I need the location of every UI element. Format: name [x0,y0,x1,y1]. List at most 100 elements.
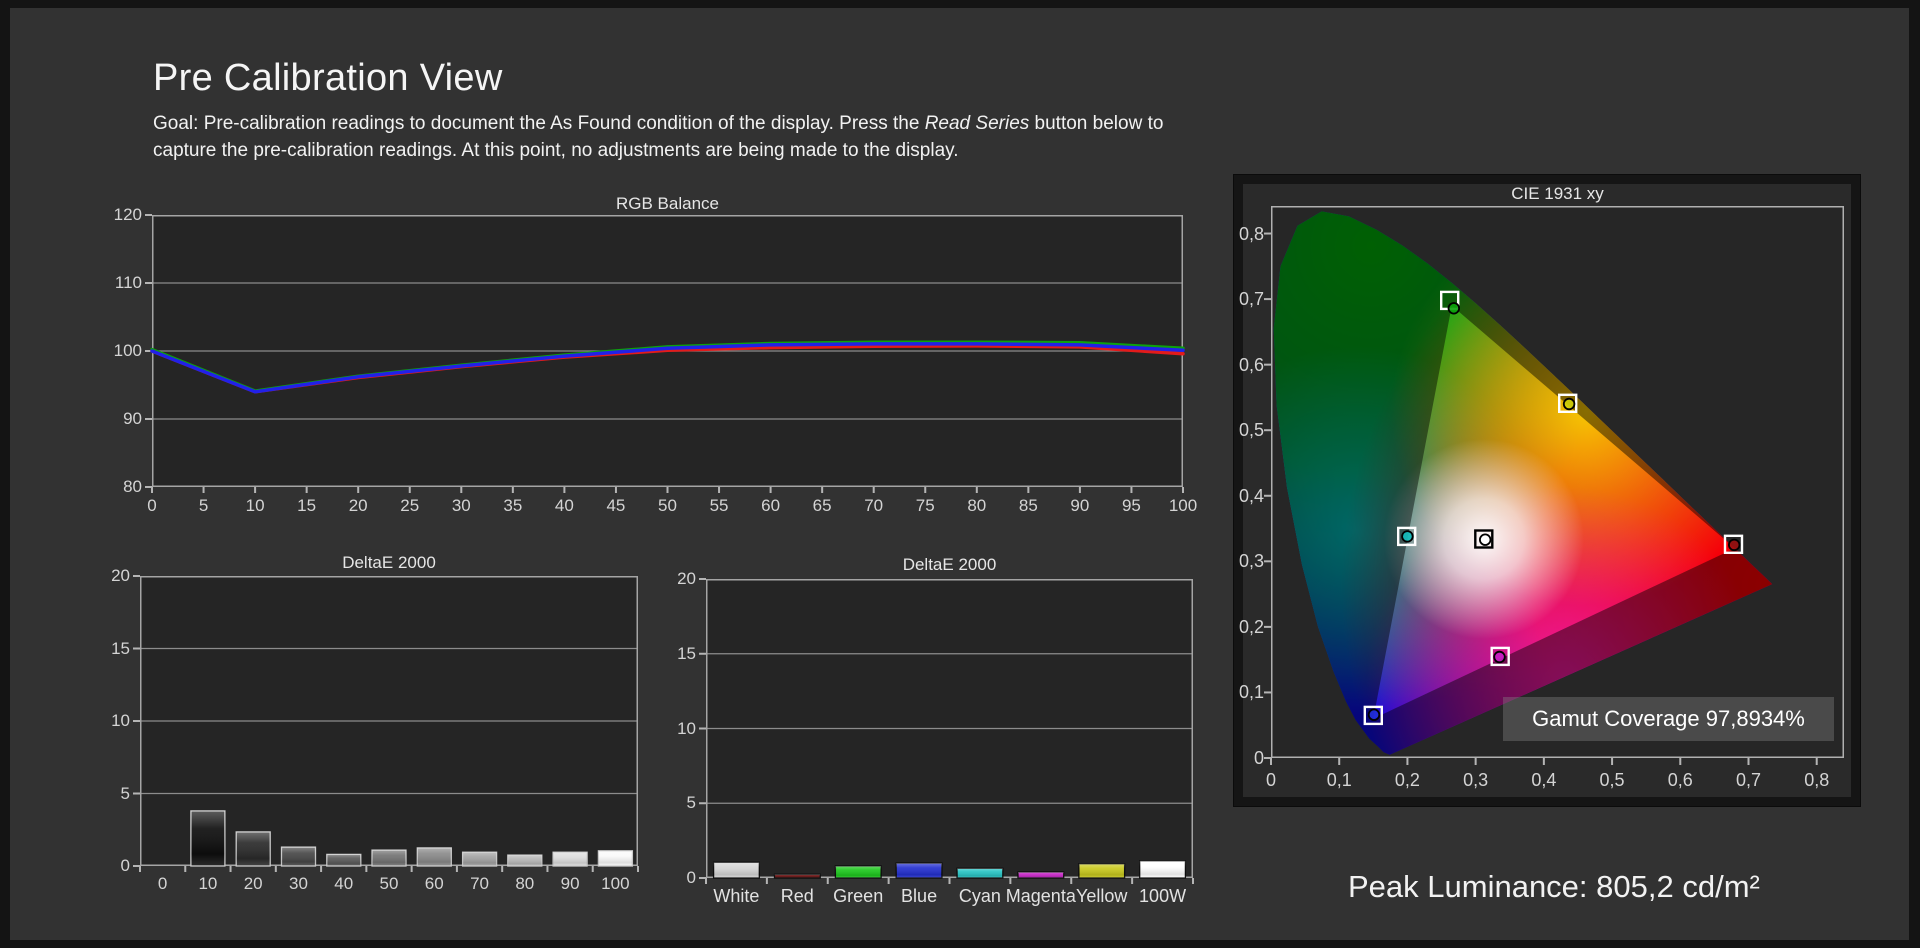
bar-gloss [282,847,316,866]
deltae-y-axis-label: 10 [646,719,696,739]
cie-x-axis-label: 0,8 [1792,770,1842,791]
bar-gloss [508,855,542,866]
cie-x-axis-label: 0,2 [1382,770,1432,791]
deltae-y-axis-label: 0 [646,868,696,888]
rgb-x-axis-label: 0 [132,496,172,516]
cie-x-axis-label: 0,6 [1655,770,1705,791]
cie-x-axis-label: 0,5 [1587,770,1637,791]
cie-x-axis-label: 0,1 [1314,770,1364,791]
goal-line2: capture the pre-calibration readings. At… [153,140,959,161]
rgb-x-axis-label: 85 [1008,496,1048,516]
deltae-colors-title: DeltaE 2000 [706,555,1193,575]
bar-gloss [957,868,1003,878]
bar-gloss [896,863,942,878]
rgb-x-axis-label: 75 [905,496,945,516]
cie-1931-panel: CIE 1931 xy Gamut Coverage 97,8934% 0 0,1… [1234,175,1860,806]
cie-y-axis-label: 0,1 [1234,682,1264,703]
bar-gloss [714,862,760,878]
goal-line1-pre: Goal: Pre-calibration readings to docume… [153,113,925,134]
deltae-y-axis-label: 10 [80,711,130,731]
rgb-x-axis-label: 70 [854,496,894,516]
rgb-x-axis-label: 95 [1111,496,1151,516]
rgb-balance-chart: RGB Balance 80 90 100 110 120 05 10 15 20 25 30 35 4… [92,188,1252,528]
cie-x-axis-label: 0,3 [1451,770,1501,791]
cie-x-axis-label: 0,7 [1724,770,1774,791]
rgb-x-axis-label: 10 [235,496,275,516]
rgb-x-axis-label: 65 [802,496,842,516]
gamut-coverage-badge: Gamut Coverage 97,8934% [1503,697,1834,741]
bar-gloss [191,811,225,866]
cie-measured-green [1449,303,1460,314]
rgb-x-axis-label: 25 [390,496,430,516]
bar-gloss [327,854,361,866]
cie-y-axis-label: 0,2 [1234,617,1264,638]
cie-y-axis-label: 0,5 [1234,420,1264,441]
cie-measured-magenta [1494,652,1505,663]
bar-gloss [553,852,587,866]
deltae-x-axis-label: 100 [578,874,652,894]
bar-gloss [236,832,270,866]
rgb-x-axis-label: 90 [1060,496,1100,516]
cie-y-axis-label: 0,8 [1234,224,1264,245]
rgb-y-axis-label: 100 [92,341,142,361]
deltae-y-axis-label: 5 [646,793,696,813]
rgb-x-axis-label: 45 [596,496,636,516]
rgb-y-axis-label: 90 [92,409,142,429]
deltae-y-axis-label: 15 [80,639,130,659]
rgb-balance-plot [152,215,1183,487]
bar-gloss [463,852,497,866]
deltae-y-axis-label: 20 [80,566,130,586]
bar-gloss [1079,864,1125,878]
goal-text: Goal: Pre-calibration readings to docume… [153,110,1163,164]
rgb-y-axis-label: 120 [92,205,142,225]
rgb-x-axis-label: 40 [544,496,584,516]
rgb-x-axis-label: 15 [287,496,327,516]
rgb-x-axis-label: 35 [493,496,533,516]
rgb-x-axis-label: 55 [699,496,739,516]
deltae-colors-chart: DeltaE 2000 05101520WhiteRedGreenBlueCya… [646,548,1274,930]
rgb-balance-title: RGB Balance [152,194,1183,214]
cie-x-axis-label: 0 [1246,770,1296,791]
deltae-y-axis-label: 0 [80,856,130,876]
deltae-colors-plot [706,579,1193,878]
cie-y-axis-label: 0,6 [1234,355,1264,376]
rgb-x-axis-label: 80 [957,496,997,516]
rgb-x-axis-label: 5 [184,496,224,516]
cie-y-axis-label: 0,4 [1234,486,1264,507]
bar-gloss [1018,872,1064,878]
bar-gloss [598,851,632,866]
rgb-y-axis-label: 80 [92,477,142,497]
bar-gloss [417,848,451,866]
deltae-grayscale-chart: DeltaE 2000 0510152001020304050607080901… [80,548,692,920]
bar-gloss [372,850,406,866]
bar-gloss [835,866,881,878]
goal-read-series-emphasis: Read Series [925,113,1030,134]
cie-1931-title: CIE 1931 xy [1271,184,1844,204]
cie-y-axis-label: 0,7 [1234,289,1264,310]
deltae-y-axis-label: 20 [646,569,696,589]
rgb-y-axis-label: 110 [92,273,142,293]
deltae-grayscale-title: DeltaE 2000 [140,553,638,573]
page-title: Pre Calibration View [153,57,503,100]
cie-y-axis-label: 0 [1234,748,1264,769]
rgb-x-axis-label: 100 [1163,496,1203,516]
cie-measured-cyan [1402,531,1413,542]
bar-gloss [1140,861,1186,878]
rgb-x-axis-label: 50 [648,496,688,516]
peak-luminance-text: Peak Luminance: 805,2 cd/m² [1348,869,1760,905]
cie-1931-plot [1271,206,1844,758]
rgb-x-axis-label: 60 [751,496,791,516]
rgb-x-axis-label: 20 [338,496,378,516]
deltae-y-axis-label: 15 [646,644,696,664]
deltae-grayscale-plot [140,576,638,866]
cie-y-axis-label: 0,3 [1234,551,1264,572]
deltae-x-axis-label: 100W [1126,886,1200,907]
goal-line1-post: button below to [1029,113,1163,134]
deltae-y-axis-label: 5 [80,784,130,804]
bar-gloss [775,874,821,878]
cie-measured-yellow [1564,399,1575,410]
rgb-x-axis-label: 30 [441,496,481,516]
cie-measured-white [1480,534,1491,545]
cie-x-axis-label: 0,4 [1519,770,1569,791]
cie-measured-blue [1369,709,1380,720]
